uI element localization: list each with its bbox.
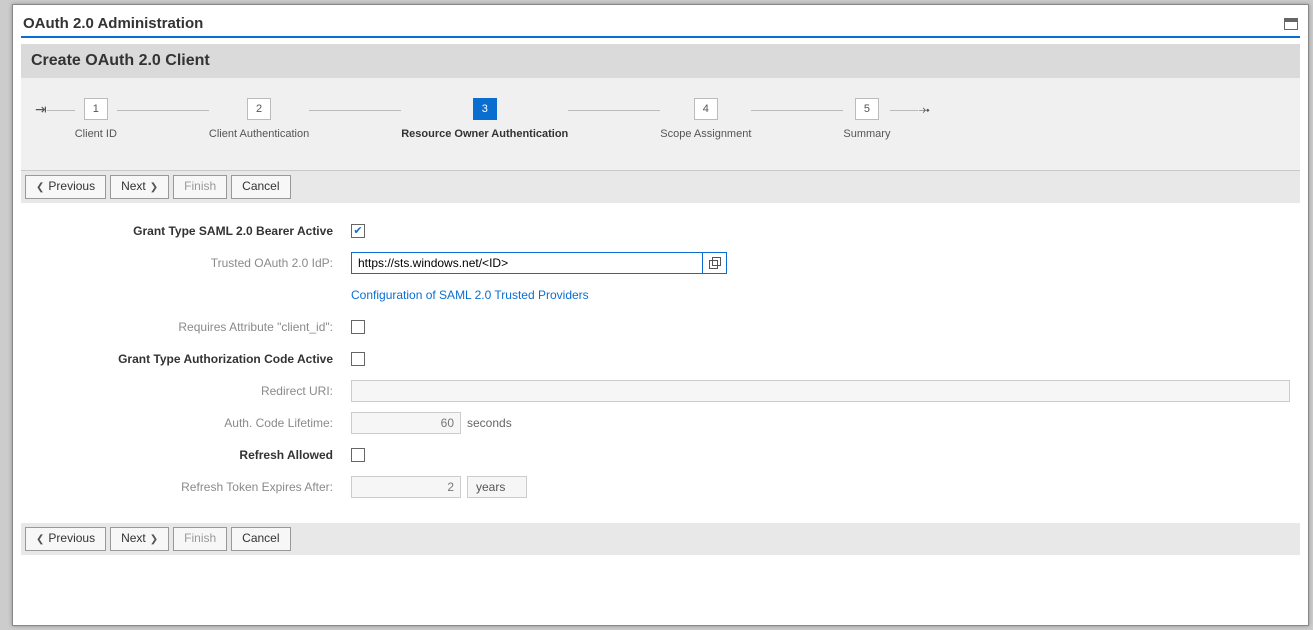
roadmap-end-icon: ⤞ xyxy=(918,101,929,118)
wizard-step-5[interactable]: 5 Summary xyxy=(843,98,890,140)
wizard-step-3[interactable]: 3 Resource Owner Authentication xyxy=(401,98,568,140)
checkbox-saml-bearer[interactable] xyxy=(351,224,365,238)
step-number: 1 xyxy=(84,98,108,120)
wizard-connector xyxy=(117,110,209,111)
wizard-connector xyxy=(47,110,75,111)
row-saml-bearer: Grant Type SAML 2.0 Bearer Active xyxy=(31,219,1290,243)
label-refresh-allowed: Refresh Allowed xyxy=(31,448,351,462)
wizard-connector xyxy=(890,110,918,111)
row-config-link: Configuration of SAML 2.0 Trusted Provid… xyxy=(31,283,1290,307)
lifetime-input[interactable] xyxy=(351,412,461,434)
value-help-button[interactable] xyxy=(702,253,726,273)
wizard-step-2[interactable]: 2 Client Authentication xyxy=(209,98,309,140)
step-number: 2 xyxy=(247,98,271,120)
chevron-left-icon: ❮ xyxy=(36,182,44,193)
roadmap-start-icon: ⇥ xyxy=(35,101,47,118)
title-rule xyxy=(21,36,1300,38)
chevron-right-icon: ❯ xyxy=(150,534,158,545)
label-saml-bearer: Grant Type SAML 2.0 Bearer Active xyxy=(31,224,351,238)
refresh-expires-unit[interactable]: years xyxy=(467,476,527,498)
cancel-button[interactable]: Cancel xyxy=(231,527,290,551)
wizard-connector xyxy=(309,110,401,111)
cancel-label: Cancel xyxy=(242,180,279,193)
idp-combo[interactable] xyxy=(351,252,727,274)
cancel-button[interactable]: Cancel xyxy=(231,175,290,199)
finish-button: Finish xyxy=(173,175,227,199)
finish-button: Finish xyxy=(173,527,227,551)
row-redirect: Redirect URI: xyxy=(31,379,1290,403)
checkbox-refresh-allowed[interactable] xyxy=(351,448,365,462)
row-refresh-allowed: Refresh Allowed xyxy=(31,443,1290,467)
lifetime-unit: seconds xyxy=(467,416,512,430)
next-button[interactable]: Next ❯ xyxy=(110,527,169,551)
row-refresh-expires: Refresh Token Expires After: years xyxy=(31,475,1290,499)
label-refresh-expires: Refresh Token Expires After: xyxy=(31,480,351,494)
app-window: OAuth 2.0 Administration Create OAuth 2.… xyxy=(12,4,1309,626)
nav-bar-top: ❮ Previous Next ❯ Finish Cancel xyxy=(21,171,1300,203)
finish-label: Finish xyxy=(184,532,216,545)
step-number: 4 xyxy=(694,98,718,120)
label-auth-code: Grant Type Authorization Code Active xyxy=(31,352,351,366)
section-header: Create OAuth 2.0 Client xyxy=(21,44,1300,78)
step-label: Client ID xyxy=(75,128,117,140)
previous-button[interactable]: ❮ Previous xyxy=(25,527,106,551)
label-lifetime: Auth. Code Lifetime: xyxy=(31,416,351,430)
row-lifetime: Auth. Code Lifetime: seconds xyxy=(31,411,1290,435)
section-title: Create OAuth 2.0 Client xyxy=(31,52,210,69)
idp-input[interactable] xyxy=(352,253,702,273)
previous-label: Previous xyxy=(48,180,95,193)
wizard-roadmap: ⇥ 1 Client ID 2 Client Authentication 3 … xyxy=(21,78,1300,171)
step-number: 3 xyxy=(473,98,497,120)
app-title: OAuth 2.0 Administration xyxy=(23,15,203,32)
redirect-input[interactable] xyxy=(351,380,1290,402)
next-label: Next xyxy=(121,532,146,545)
label-client-id-attr: Requires Attribute "client_id": xyxy=(31,320,351,334)
wizard-connector xyxy=(568,110,660,111)
wizard-step-1[interactable]: 1 Client ID xyxy=(75,98,117,140)
checkbox-client-id-attr[interactable] xyxy=(351,320,365,334)
step-number: 5 xyxy=(855,98,879,120)
previous-button[interactable]: ❮ Previous xyxy=(25,175,106,199)
wizard-connector xyxy=(751,110,843,111)
maximize-icon[interactable] xyxy=(1284,18,1298,30)
chevron-right-icon: ❯ xyxy=(150,182,158,193)
next-button[interactable]: Next ❯ xyxy=(110,175,169,199)
chevron-left-icon: ❮ xyxy=(36,534,44,545)
step-label: Resource Owner Authentication xyxy=(401,128,568,140)
step-label: Client Authentication xyxy=(209,128,309,140)
title-bar: OAuth 2.0 Administration xyxy=(21,15,1300,36)
wizard-step-4[interactable]: 4 Scope Assignment xyxy=(660,98,751,140)
row-client-id-attr: Requires Attribute "client_id": xyxy=(31,315,1290,339)
row-auth-code: Grant Type Authorization Code Active xyxy=(31,347,1290,371)
next-label: Next xyxy=(121,180,146,193)
row-idp: Trusted OAuth 2.0 IdP: xyxy=(31,251,1290,275)
cancel-label: Cancel xyxy=(242,532,279,545)
form-area: Grant Type SAML 2.0 Bearer Active Truste… xyxy=(21,203,1300,523)
refresh-expires-input[interactable] xyxy=(351,476,461,498)
label-redirect: Redirect URI: xyxy=(31,384,351,398)
label-idp: Trusted OAuth 2.0 IdP: xyxy=(31,256,351,270)
step-label: Scope Assignment xyxy=(660,128,751,140)
finish-label: Finish xyxy=(184,180,216,193)
previous-label: Previous xyxy=(48,532,95,545)
nav-bar-bottom: ❮ Previous Next ❯ Finish Cancel xyxy=(21,523,1300,555)
step-label: Summary xyxy=(843,128,890,140)
checkbox-auth-code[interactable] xyxy=(351,352,365,366)
config-trusted-providers-link[interactable]: Configuration of SAML 2.0 Trusted Provid… xyxy=(351,288,589,302)
value-help-icon xyxy=(709,257,721,269)
